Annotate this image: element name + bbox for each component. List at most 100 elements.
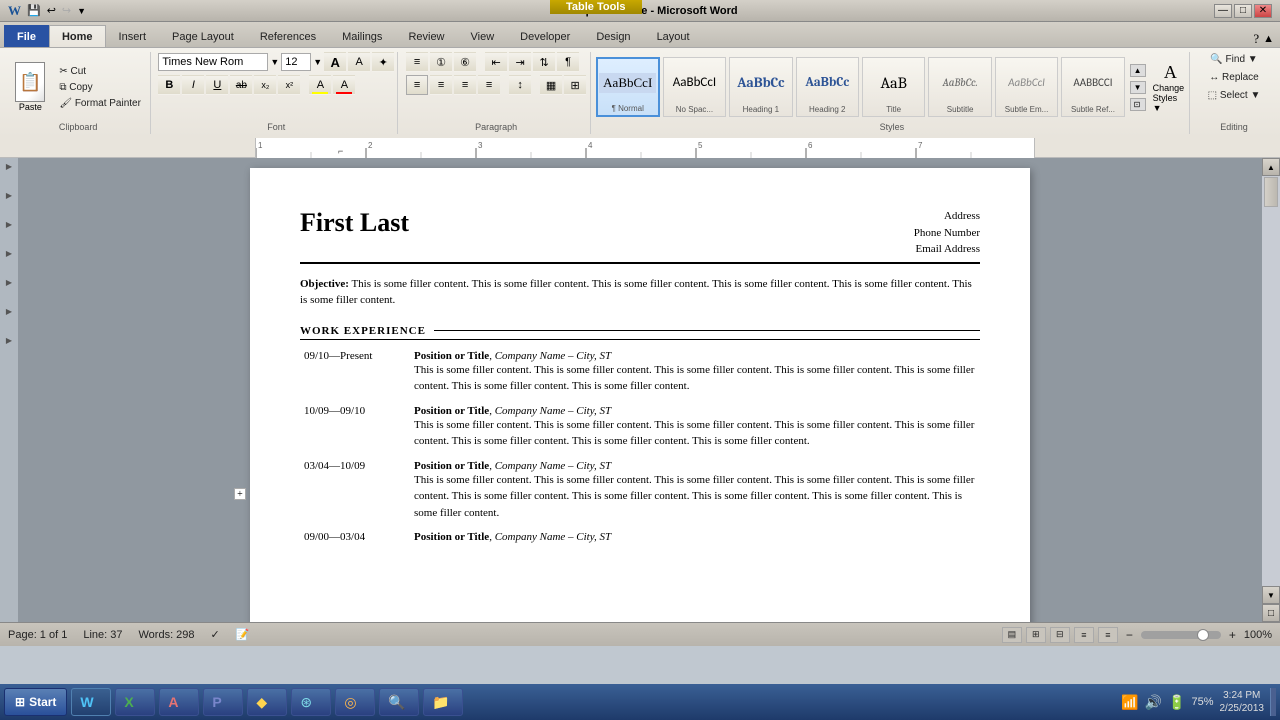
left-sidebar-arrow1[interactable]: ▶ [6, 162, 12, 171]
subscript-button[interactable]: x₂ [254, 75, 276, 95]
volume-tray-icon[interactable]: 🔊 [1145, 694, 1162, 711]
taskbar-access[interactable]: A [159, 688, 199, 716]
quick-redo[interactable]: ↪ [62, 4, 71, 17]
style-no-spacing[interactable]: AaBbCcI No Spac... [663, 57, 726, 117]
taskbar-word[interactable]: W [71, 688, 111, 716]
zoom-thumb[interactable] [1197, 629, 1209, 641]
shading-button[interactable]: ▦ [540, 75, 562, 95]
expand-handle[interactable]: + [234, 488, 246, 500]
italic-button[interactable]: I [182, 75, 204, 95]
left-sidebar-arrow3[interactable]: ▶ [6, 220, 12, 229]
window-controls[interactable]: — □ ✕ [1214, 4, 1272, 18]
tab-home[interactable]: Home [49, 25, 106, 47]
tab-file[interactable]: File [4, 25, 49, 47]
print-layout-button[interactable]: ▤ [1002, 627, 1022, 643]
justify-button[interactable]: ≡ [478, 75, 500, 95]
table-tools-tab[interactable]: Table Tools [550, 0, 642, 14]
font-size-dropdown[interactable]: ▼ [313, 57, 322, 67]
scroll-up-button[interactable]: ▲ [1262, 158, 1280, 176]
left-sidebar-arrow6[interactable]: ▶ [6, 307, 12, 316]
left-sidebar-arrow2[interactable]: ▶ [6, 191, 12, 200]
align-right-button[interactable]: ≡ [454, 75, 476, 95]
replace-button[interactable]: ↔ Replace [1204, 70, 1263, 85]
bold-button[interactable]: B [158, 75, 180, 95]
left-sidebar-arrow7[interactable]: ▶ [6, 336, 12, 345]
line-spacing-button[interactable]: ↕ [509, 75, 531, 95]
bullets-button[interactable]: ≡ [406, 52, 428, 72]
scroll-down-button[interactable]: ▼ [1262, 586, 1280, 604]
find-button[interactable]: 🔍 Find ▼ [1205, 52, 1262, 67]
shrink-font-button[interactable]: A [348, 52, 370, 72]
tab-mailings[interactable]: Mailings [329, 25, 395, 47]
scroll-bottom-button[interactable]: □ [1262, 604, 1280, 622]
outline-view-button[interactable]: ≡ [1074, 627, 1094, 643]
ribbon-help[interactable]: ? [1253, 31, 1259, 47]
style-subtle-ref[interactable]: AaBbCcI Subtle Ref... [1061, 57, 1124, 117]
font-name-dropdown[interactable]: ▼ [270, 57, 279, 67]
paste-button[interactable]: 📋 Paste [10, 57, 50, 117]
taskbar-excel[interactable]: X [115, 688, 155, 716]
font-color-button[interactable]: A [333, 75, 355, 95]
decrease-indent-button[interactable]: ⇤ [485, 52, 507, 72]
clear-formatting-button[interactable]: ✦ [372, 52, 394, 72]
scroll-thumb[interactable] [1264, 177, 1278, 207]
style-subtitle[interactable]: AaBbCc. Subtitle [928, 57, 991, 117]
taskbar-chrome[interactable]: ◎ [335, 688, 375, 716]
underline-button[interactable]: U [206, 75, 228, 95]
taskbar-search[interactable]: 🔍 [379, 688, 419, 716]
track-changes-icon[interactable]: 📝 [236, 628, 250, 641]
full-screen-button[interactable]: ⊞ [1026, 627, 1046, 643]
tab-review[interactable]: Review [395, 25, 457, 47]
sort-button[interactable]: ⇅ [533, 52, 555, 72]
minimize-button[interactable]: — [1214, 4, 1232, 18]
quick-save[interactable]: 💾 [27, 4, 41, 17]
quick-more[interactable]: ▼ [77, 6, 86, 16]
style-subtle-em[interactable]: AaBbCcI Subtle Em... [995, 57, 1058, 117]
taskbar-network[interactable]: ⊛ [291, 688, 331, 716]
show-desktop-button[interactable] [1270, 688, 1276, 716]
style-heading1[interactable]: AaBbCc Heading 1 [729, 57, 792, 117]
style-title[interactable]: AaB Title [862, 57, 925, 117]
zoom-plus[interactable]: + [1229, 628, 1236, 642]
strikethrough-button[interactable]: ab [230, 75, 252, 95]
paste-area[interactable]: 📋 Paste [10, 57, 50, 117]
tab-design[interactable]: Design [583, 25, 643, 47]
style-normal[interactable]: AaBbCcI ¶ Normal [596, 57, 660, 117]
tab-insert[interactable]: Insert [106, 25, 160, 47]
ribbon-minimize[interactable]: ▲ [1263, 33, 1274, 45]
draft-view-button[interactable]: ≡ [1098, 627, 1118, 643]
multilevel-button[interactable]: ⑥ [454, 52, 476, 72]
borders-button[interactable]: ⊞ [564, 75, 586, 95]
format-painter-button[interactable]: 🖌 Format Painter [54, 96, 146, 111]
numbering-button[interactable]: ① [430, 52, 452, 72]
superscript-button[interactable]: x² [278, 75, 300, 95]
select-button[interactable]: ⬚ Select ▼ [1203, 88, 1266, 103]
cut-button[interactable]: ✂ Cut [54, 64, 146, 79]
start-button[interactable]: ⊞ Start [4, 688, 67, 716]
tab-view[interactable]: View [458, 25, 508, 47]
taskbar-app5[interactable]: ◆ [247, 688, 287, 716]
font-size-input[interactable] [281, 53, 311, 71]
maximize-button[interactable]: □ [1234, 4, 1252, 18]
quick-undo[interactable]: ↩ [47, 4, 56, 17]
increase-indent-button[interactable]: ⇥ [509, 52, 531, 72]
copy-button[interactable]: ⧉ Copy [54, 80, 146, 95]
styles-scroll[interactable]: ▲ ▼ ⊡ [1130, 64, 1146, 111]
change-styles-button[interactable]: A ChangeStyles ▼ [1153, 62, 1189, 113]
taskbar-files[interactable]: 📁 [423, 688, 463, 716]
styles-more[interactable]: ⊡ [1130, 98, 1146, 111]
vertical-scrollbar[interactable]: ▲ ▼ □ [1262, 158, 1280, 622]
zoom-slider[interactable] [1141, 631, 1221, 639]
taskbar-publisher[interactable]: P [203, 688, 243, 716]
align-left-button[interactable]: ≡ [406, 75, 428, 95]
style-heading2[interactable]: AaBbCc Heading 2 [796, 57, 859, 117]
system-clock[interactable]: 3:24 PM 2/25/2013 [1220, 689, 1265, 715]
tab-page-layout[interactable]: Page Layout [159, 25, 247, 47]
styles-scroll-down[interactable]: ▼ [1130, 81, 1146, 94]
close-button[interactable]: ✕ [1254, 4, 1272, 18]
align-center-button[interactable]: ≡ [430, 75, 452, 95]
tab-developer[interactable]: Developer [507, 25, 583, 47]
battery-tray-icon[interactable]: 🔋 [1168, 694, 1185, 711]
left-sidebar-arrow5[interactable]: ▶ [6, 278, 12, 287]
tab-references[interactable]: References [247, 25, 329, 47]
